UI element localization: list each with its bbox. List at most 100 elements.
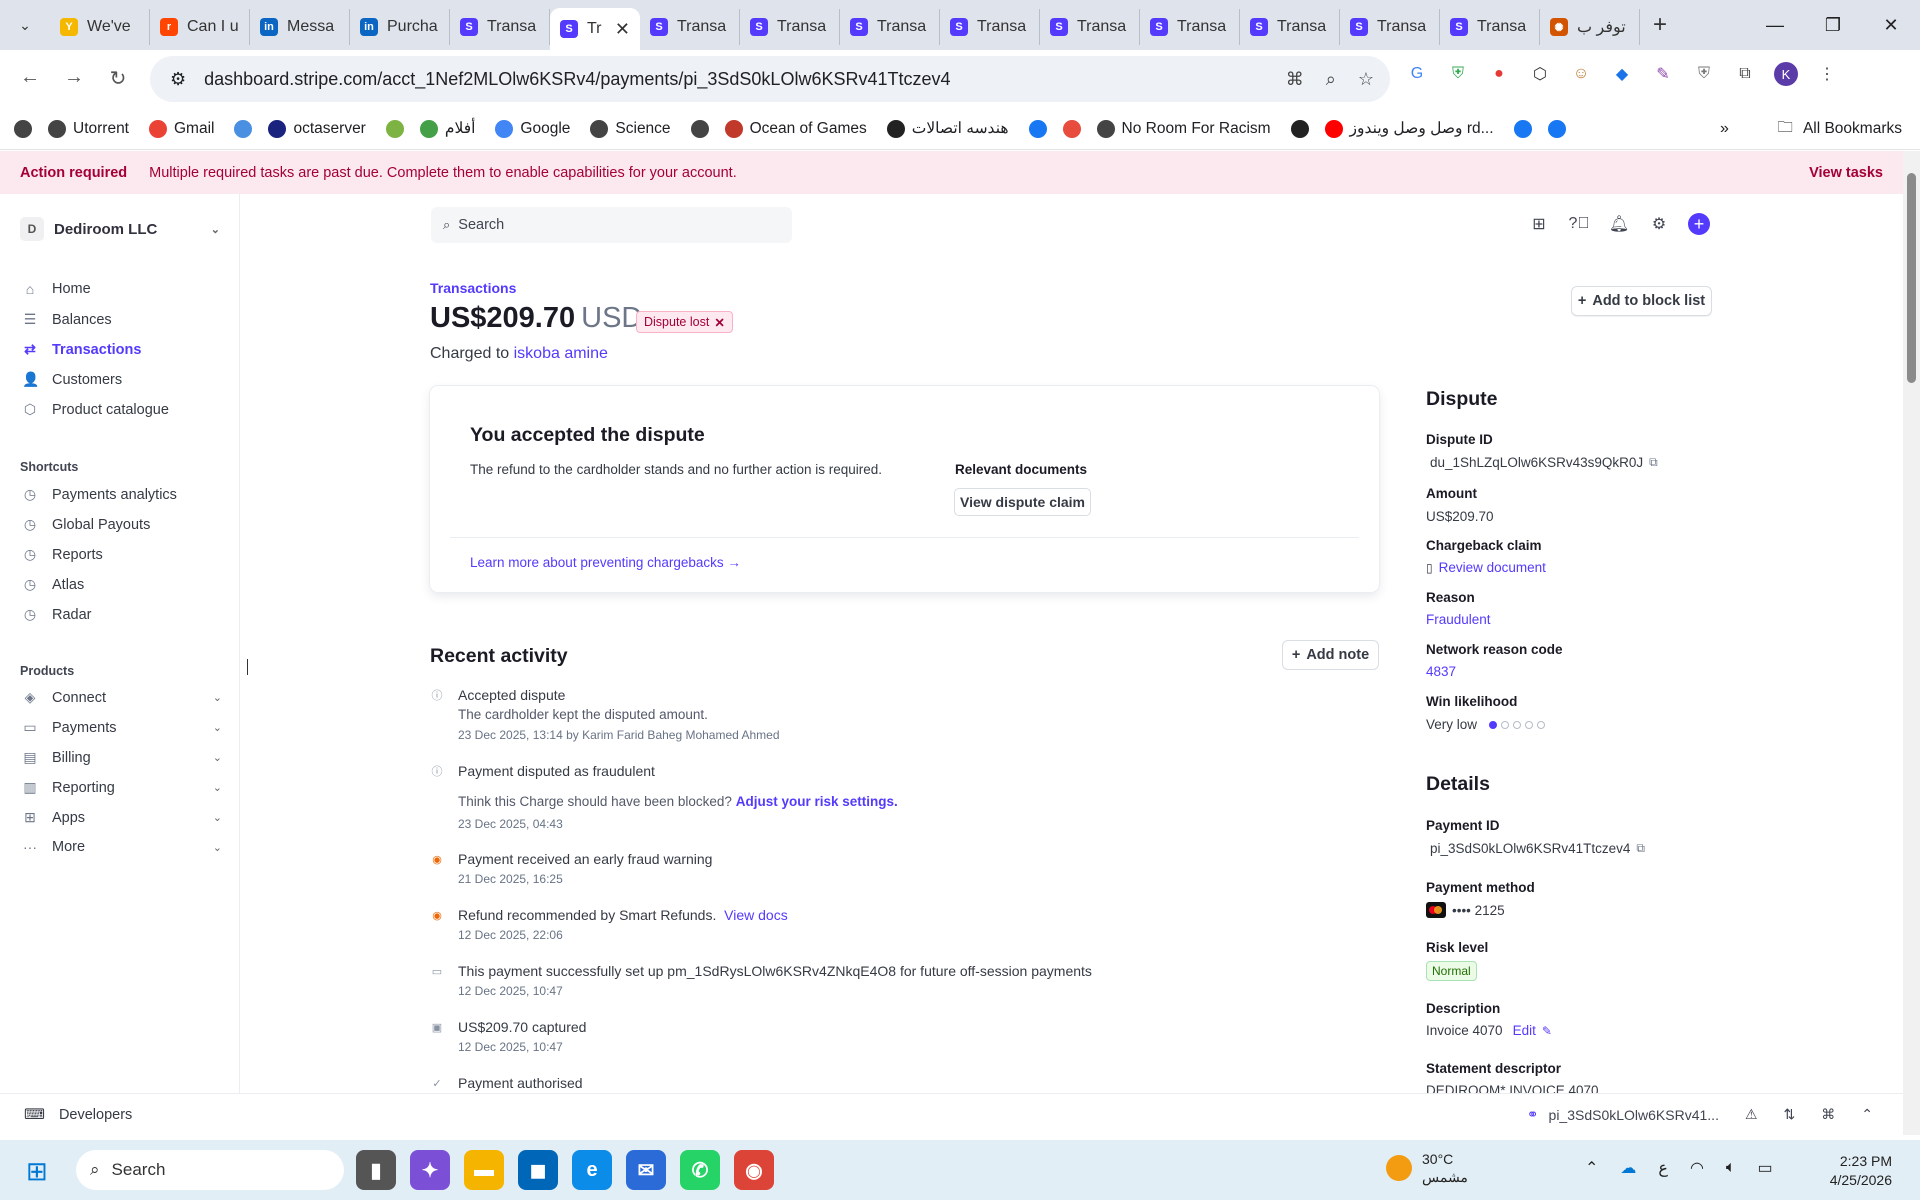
bookmark-item[interactable]: وصل وصل ويندوز rd... xyxy=(1324,119,1494,138)
shield-ext-icon[interactable]: ⛨ xyxy=(1446,62,1470,86)
customer-link[interactable]: iskoba amine xyxy=(514,345,608,362)
settings-gear-icon[interactable]: ⚙ xyxy=(1648,213,1670,235)
browser-tab[interactable]: S Transa xyxy=(1140,9,1240,45)
browser-tab[interactable]: S Transa xyxy=(1440,9,1540,45)
edge-icon[interactable]: e xyxy=(572,1150,612,1190)
browser-tab[interactable]: ✺ توفر ب xyxy=(1540,9,1640,45)
browser-tab[interactable]: S Transa xyxy=(450,9,550,45)
sidebar-item-connect[interactable]: ◈ Connect ⌄ xyxy=(22,689,222,706)
sidebar-item-billing[interactable]: ▤ Billing ⌄ xyxy=(22,749,222,766)
browser-tab[interactable]: S Tr ✕ xyxy=(550,8,640,50)
sidebar-item-transactions[interactable]: ⇄ Transactions xyxy=(22,341,222,358)
task-view-icon[interactable]: ▮ xyxy=(356,1150,396,1190)
browser-tab[interactable]: in Purcha xyxy=(350,9,450,45)
kebab-menu-icon[interactable]: ⋮ xyxy=(1815,62,1839,86)
bookmark-item[interactable]: Google xyxy=(495,119,570,138)
taskbar-search[interactable]: ⌕ Search xyxy=(76,1150,344,1190)
chevron-up-icon[interactable]: ⌃ xyxy=(1585,1158,1598,1178)
hex-ext-icon[interactable]: ⬡ xyxy=(1528,62,1552,86)
add-note-button[interactable]: + Add note xyxy=(1282,640,1379,670)
sidebar-item-home[interactable]: ⌂ Home xyxy=(22,281,222,297)
copy-icon[interactable]: ⧉ xyxy=(1636,841,1645,856)
puzzle-icon[interactable]: ⧉ xyxy=(1733,62,1757,86)
site-info-icon[interactable]: ⚙ xyxy=(170,69,186,90)
view-dispute-claim-button[interactable]: View dispute claim xyxy=(954,488,1091,516)
sidebar-item-payments-analytics[interactable]: ◷ Payments analytics xyxy=(22,486,222,503)
language-indicator[interactable]: ع xyxy=(1658,1158,1668,1178)
bookmark-item[interactable] xyxy=(1547,119,1566,138)
browser-tab[interactable]: Y We've xyxy=(50,9,150,45)
bookmark-item[interactable]: octaserver xyxy=(268,119,366,138)
profile-avatar[interactable]: K xyxy=(1774,62,1798,86)
warning-icon[interactable]: ⚠ xyxy=(1745,1106,1758,1123)
bookmark-item[interactable] xyxy=(690,119,709,138)
bookmark-item[interactable] xyxy=(1290,119,1309,138)
bookmark-item[interactable]: Ocean of Games xyxy=(724,119,867,138)
webhook-icon[interactable]: ⌘ xyxy=(1821,1106,1835,1123)
sidebar-item-global-payouts[interactable]: ◷ Global Payouts xyxy=(22,516,222,533)
search-input[interactable]: ⌕ Search xyxy=(431,207,792,243)
pen-ext-icon[interactable]: ✎ xyxy=(1651,62,1675,86)
bookmark-item[interactable] xyxy=(1513,119,1532,138)
browser-tab[interactable]: S Transa xyxy=(1240,9,1340,45)
sidebar-item-apps[interactable]: ⊞ Apps ⌄ xyxy=(22,809,222,826)
browser-tab[interactable]: S Transa xyxy=(740,9,840,45)
notifications-bell-icon[interactable]: 🔔︎ xyxy=(1608,213,1630,235)
pencil-icon[interactable]: ✎ xyxy=(1542,1024,1552,1038)
network-reason-code-link[interactable]: 4837 xyxy=(1426,664,1706,679)
sidebar-item-product-catalogue[interactable]: ⬡ Product catalogue xyxy=(22,401,222,418)
bookmark-item[interactable] xyxy=(1062,119,1081,138)
tab-search-chevron-icon[interactable]: ⌄ xyxy=(0,0,50,50)
windows-start-icon[interactable]: ⊞ xyxy=(26,1156,48,1187)
face-ext-icon[interactable]: ☺ xyxy=(1569,62,1593,86)
url-bar[interactable]: ⚙ dashboard.stripe.com/acct_1Nef2MLOlw6K… xyxy=(150,56,1390,102)
browser-tab[interactable]: in Messa xyxy=(250,9,350,45)
browser-tab[interactable]: S Transa xyxy=(640,9,740,45)
record-ext-icon[interactable]: ● xyxy=(1487,62,1511,86)
bookmark-item[interactable] xyxy=(1028,119,1047,138)
battery-icon[interactable]: ▭ xyxy=(1758,1158,1773,1178)
copy-icon[interactable]: ⧉ xyxy=(1649,455,1658,470)
mail-icon[interactable]: ✉ xyxy=(626,1150,666,1190)
add-to-block-list-button[interactable]: + Add to block list xyxy=(1571,286,1712,316)
close-tab-icon[interactable]: ✕ xyxy=(615,19,630,40)
minimize-icon[interactable]: — xyxy=(1746,0,1804,50)
edit-description-link[interactable]: Edit xyxy=(1513,1023,1536,1038)
collapse-icon[interactable]: ⌃ xyxy=(1861,1106,1873,1123)
copilot-icon[interactable]: ✦ xyxy=(410,1150,450,1190)
store-icon[interactable]: ◼ xyxy=(518,1150,558,1190)
more-bookmarks-icon[interactable]: » xyxy=(1720,120,1729,138)
bookmark-item[interactable]: No Room For Racism xyxy=(1096,119,1271,138)
bookmark-item[interactable]: هندسه اتصالات xyxy=(886,119,1009,138)
create-plus-icon[interactable]: + xyxy=(1688,213,1710,235)
chrome-icon[interactable]: ◉ xyxy=(734,1150,774,1190)
page-scrollbar[interactable] xyxy=(1903,151,1920,1135)
reason-link[interactable]: Fraudulent xyxy=(1426,612,1706,627)
translate-icon[interactable]: ⌘ xyxy=(1286,69,1304,90)
bookmark-item[interactable]: Science xyxy=(590,119,671,138)
review-document-link[interactable]: Review document xyxy=(1439,560,1546,575)
back-icon[interactable]: ← xyxy=(8,66,52,89)
bookmark-item[interactable]: Utorrent xyxy=(48,119,129,138)
volume-icon[interactable]: 🔈︎ xyxy=(1726,1159,1736,1177)
bookmark-item[interactable]: Gmail xyxy=(149,119,214,138)
sidebar-item-reports[interactable]: ◷ Reports xyxy=(22,546,222,563)
sidebar-item-customers[interactable]: 👤 Customers xyxy=(22,371,222,388)
new-tab-button[interactable]: + xyxy=(1640,11,1680,39)
sidebar-item-balances[interactable]: ☰ Balances xyxy=(22,311,222,328)
clock[interactable]: 2:23 PM 4/25/2026 xyxy=(1830,1152,1892,1190)
scrollbar-thumb[interactable] xyxy=(1907,173,1916,383)
payment-ref-label[interactable]: pi_3SdS0kLOlw6KSRv41... xyxy=(1549,1107,1719,1123)
account-switcher[interactable]: D Dediroom LLC ⌄ xyxy=(20,214,220,244)
forward-icon[interactable]: → xyxy=(52,66,96,89)
sidebar-item-atlas[interactable]: ◷ Atlas xyxy=(22,576,222,593)
browser-tab[interactable]: S Transa xyxy=(840,9,940,45)
file-explorer-icon[interactable]: ▬ xyxy=(464,1150,504,1190)
breadcrumb[interactable]: Transactions xyxy=(430,280,516,296)
browser-tab[interactable]: S Transa xyxy=(940,9,1040,45)
browser-tab[interactable]: r Can I u xyxy=(150,9,250,45)
learn-more-link[interactable]: Learn more about preventing chargebacks … xyxy=(470,555,741,570)
reload-icon[interactable]: ↻ xyxy=(96,66,140,91)
weather-widget[interactable]: 30°C مشمس xyxy=(1386,1150,1468,1186)
zoom-icon[interactable]: ⌕ xyxy=(1326,69,1336,90)
